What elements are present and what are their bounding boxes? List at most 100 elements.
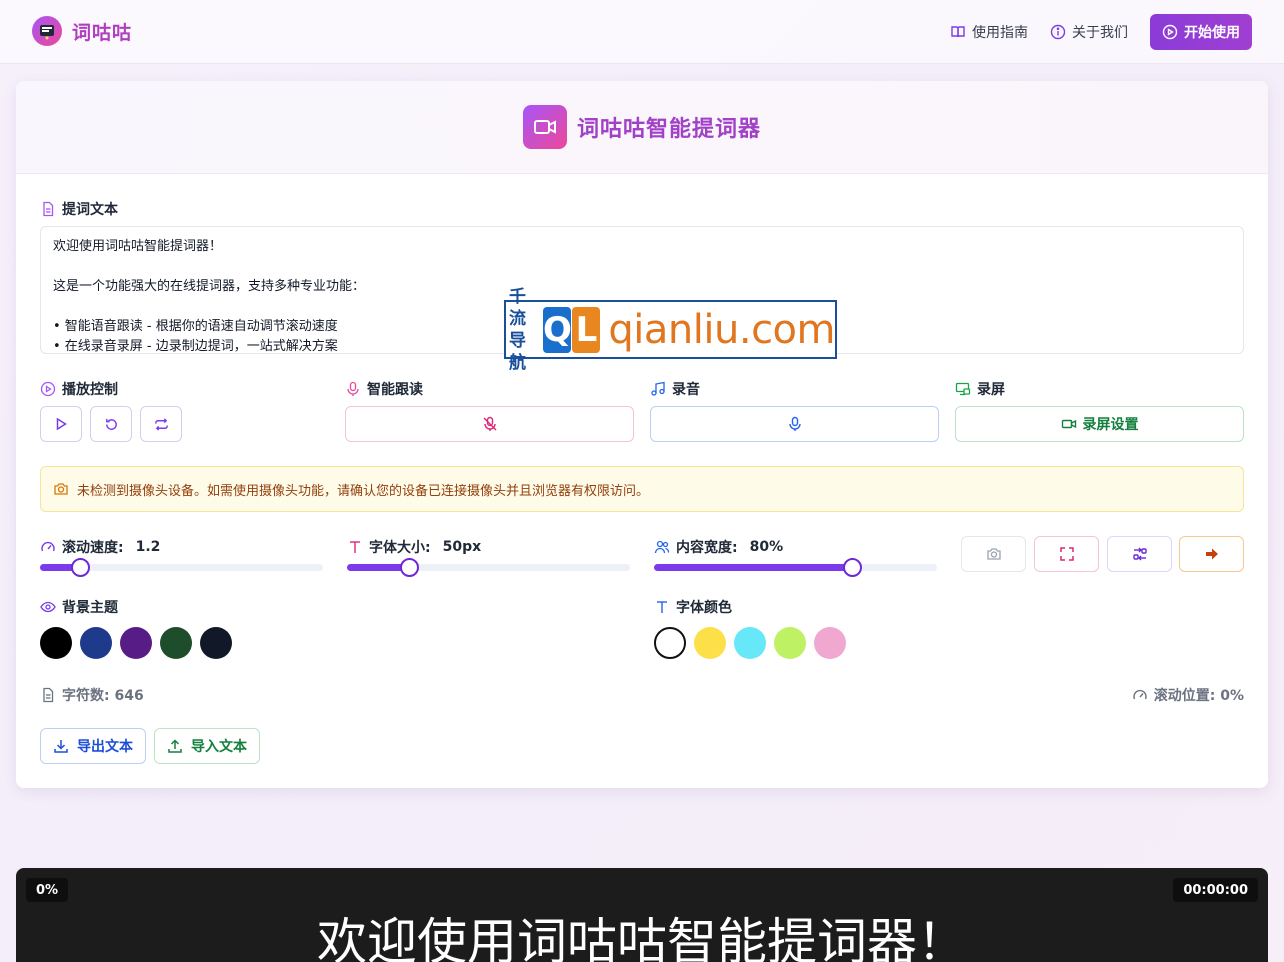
start-button[interactable]: 开始使用: [1150, 14, 1252, 50]
bg-swatch-black[interactable]: [40, 627, 72, 659]
prompter-settings-card: 词咕咕智能提词器 提词文本 欢迎使用词咕咕智能提词器！ 这是一个功能强大的在线提…: [16, 81, 1268, 788]
speed-label: 滚动速度: 1.2: [40, 537, 160, 557]
font-color-label: 字体颜色: [654, 597, 732, 617]
record-screen-settings-label: 录屏设置: [1082, 417, 1139, 433]
card-title: 词咕咕智能提词器: [576, 117, 761, 142]
watermark-cn-text: 千流 导航: [509, 286, 539, 374]
camera-warning-notice: 未检测到摄像头设备。如需使用摄像头功能，请确认您的设备已连接摄像头并且浏览器有权…: [40, 466, 1244, 512]
book-icon: [951, 26, 965, 38]
microphone-off-icon: [483, 416, 496, 431]
bg-swatch-blue[interactable]: [80, 627, 112, 659]
playback-label: 播放控制: [40, 379, 118, 399]
font-swatch-white[interactable]: [654, 627, 686, 659]
record-audio-title: 录音: [672, 382, 700, 398]
play-circle-icon: [40, 381, 56, 397]
record-screen-settings-button[interactable]: 录屏设置: [955, 406, 1244, 442]
script-line: 欢迎使用词咕咕智能提词器！: [53, 239, 223, 254]
record-audio-label: 录音: [650, 379, 700, 399]
brand[interactable]: 词咕咕: [32, 16, 132, 46]
arrow-right-icon: [1205, 548, 1218, 560]
start-button-label: 开始使用: [1184, 25, 1240, 41]
prompter-text: 欢迎使用词咕咕智能提词器！: [317, 913, 967, 962]
top-nav: 使用指南 关于我们 开始使用: [950, 14, 1252, 50]
bg-swatch-navy[interactable]: [200, 627, 232, 659]
eye-icon: [40, 601, 56, 613]
text-section-label: 提词文本: [40, 199, 118, 219]
record-screen-label: 录屏: [955, 379, 1005, 399]
content-width-slider-thumb[interactable]: [843, 558, 863, 577]
speed-slider-thumb[interactable]: [70, 558, 90, 577]
brand-logo-icon: [32, 16, 62, 46]
top-navbar: 词咕咕 使用指南 关于我们 开始使用: [0, 0, 1284, 64]
font-swatch-lime[interactable]: [774, 627, 806, 659]
progress-percent: 0%: [26, 878, 69, 902]
font-swatch-pink[interactable]: [814, 627, 846, 659]
gauge-icon: [41, 541, 55, 552]
speed-slider[interactable]: [40, 558, 323, 577]
direction-button[interactable]: [1179, 536, 1244, 572]
script-line: 这是一个功能强大的在线提词器，支持多种专业功能：: [53, 279, 366, 294]
font-color-title: 字体颜色: [676, 600, 732, 616]
voice-follow-label: 智能跟读: [345, 379, 423, 399]
char-count: 字符数: 646: [40, 685, 144, 705]
bg-swatch-green[interactable]: [160, 627, 192, 659]
prompter-display[interactable]: 0% 00:00:00 欢迎使用词咕咕智能提词器！: [16, 868, 1268, 962]
camera-icon: [54, 483, 68, 495]
font-size-slider-thumb[interactable]: [400, 558, 420, 577]
play-button[interactable]: [40, 406, 82, 442]
camera-button[interactable]: [961, 536, 1026, 572]
content-width-slider-fill: [654, 564, 853, 571]
nav-about-link[interactable]: 关于我们: [1050, 22, 1128, 42]
mirror-button[interactable]: [1107, 536, 1172, 572]
watermark-logo: 千流 导航 Q L qianliu.com: [504, 287, 837, 373]
content-width-label-text: 内容宽度:: [676, 540, 738, 556]
export-text-button[interactable]: 导出文本: [40, 728, 146, 764]
reset-button[interactable]: [90, 406, 132, 442]
fullscreen-icon: [1059, 547, 1074, 561]
voice-follow-title: 智能跟读: [367, 382, 423, 398]
text-type-icon: [657, 601, 667, 613]
scroll-position-text: 滚动位置: 0%: [1153, 688, 1244, 704]
nav-about-label: 关于我们: [1072, 25, 1128, 41]
microphone-icon: [347, 381, 359, 396]
record-audio-button[interactable]: [650, 406, 939, 442]
nav-guide-label: 使用指南: [972, 25, 1028, 41]
video-camera-icon: [1061, 419, 1076, 429]
content-width-slider[interactable]: [654, 558, 937, 577]
rotate-ccw-icon: [105, 418, 117, 430]
text-type-icon: [350, 541, 360, 553]
import-text-button[interactable]: 导入文本: [154, 728, 260, 764]
font-swatch-cyan[interactable]: [734, 627, 766, 659]
voice-follow-toggle[interactable]: [345, 406, 634, 442]
loop-button[interactable]: [140, 406, 182, 442]
upload-icon: [168, 739, 182, 753]
content-width-value: 80%: [749, 539, 784, 555]
font-size-value: 50px: [442, 539, 482, 555]
card-header: 词咕咕智能提词器: [16, 81, 1268, 174]
watermark-ql: Q L: [543, 306, 601, 353]
flip-icon: [1132, 547, 1147, 561]
document-icon: [43, 201, 54, 217]
nav-guide-link[interactable]: 使用指南: [950, 22, 1028, 42]
camera-warning-text: 未检测到摄像头设备。如需使用摄像头功能，请确认您的设备已连接摄像头并且浏览器有权…: [77, 483, 650, 499]
gauge-icon: [1133, 689, 1147, 700]
watermark-cn-top: 千流: [509, 286, 526, 329]
microphone-icon: [788, 416, 801, 431]
bg-swatch-purple[interactable]: [120, 627, 152, 659]
screen-share-icon: [955, 382, 971, 396]
play-circle-icon: [1162, 24, 1178, 40]
bg-theme-title: 背景主题: [62, 600, 118, 616]
fullscreen-button[interactable]: [1034, 536, 1099, 572]
watermark-domain: qianliu.com: [608, 306, 835, 353]
watermark-l: L: [572, 306, 601, 353]
camera-icon: [986, 548, 1001, 560]
download-icon: [54, 740, 68, 753]
info-icon: [1050, 24, 1066, 40]
speed-value: 1.2: [135, 539, 161, 555]
font-size-slider[interactable]: [347, 558, 630, 577]
font-swatch-yellow[interactable]: [694, 627, 726, 659]
scroll-position: 滚动位置: 0%: [1132, 685, 1244, 705]
import-text-label: 导入文本: [191, 739, 247, 755]
repeat-icon: [154, 417, 168, 431]
bg-theme-label: 背景主题: [40, 597, 118, 617]
